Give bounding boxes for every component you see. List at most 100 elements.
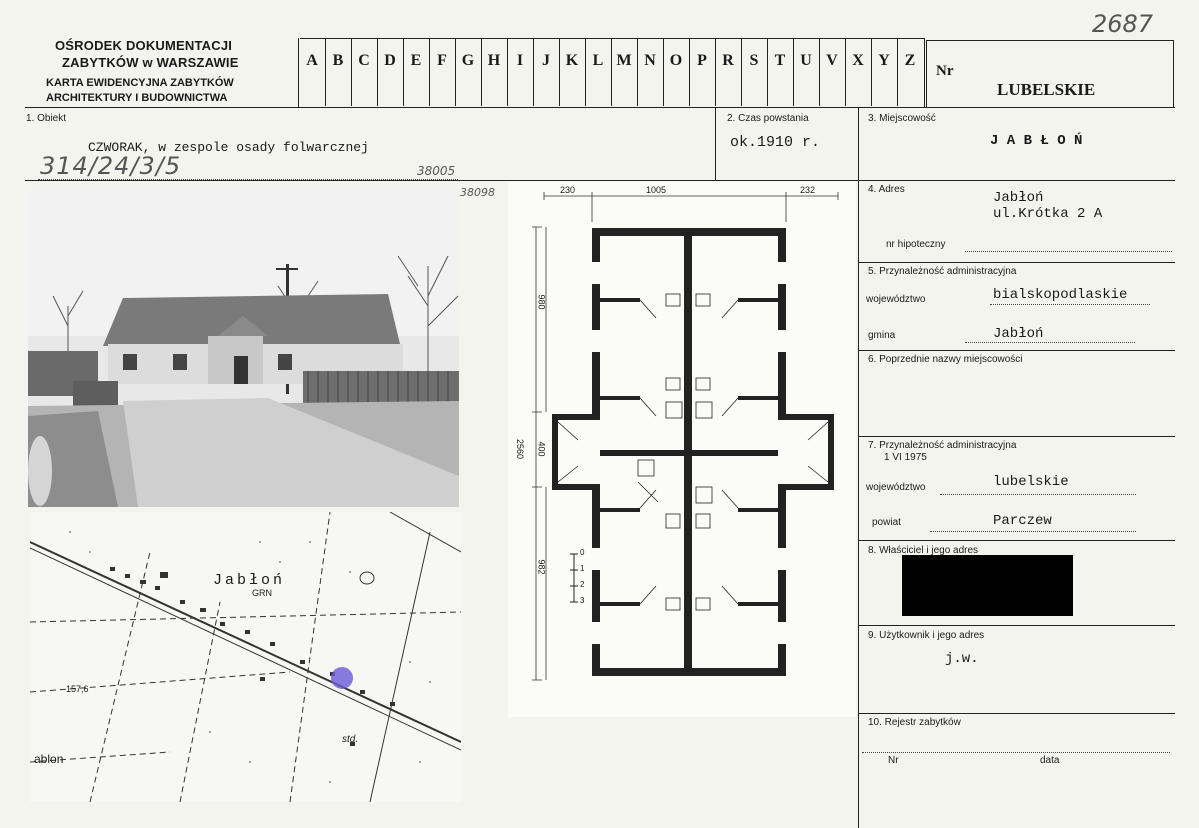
letter-divider — [325, 38, 326, 106]
dim-top-left: 230 — [560, 185, 576, 195]
map-illustration — [30, 512, 461, 802]
floor-plan-drawing — [532, 192, 839, 681]
powiat-label: powiat — [872, 517, 901, 528]
letters-top-rule — [300, 38, 925, 39]
index-letter: A — [306, 52, 318, 69]
rejestr-line — [862, 752, 1170, 753]
index-letter: U — [800, 52, 812, 69]
letter-divider — [845, 38, 846, 106]
institution-line2: ZABYTKÓW w WARSZAWIE — [62, 55, 239, 70]
czas-value: ok.1910 r. — [730, 134, 821, 151]
index-letter: C — [358, 52, 370, 69]
index-letter: G — [461, 52, 475, 69]
index-letter: V — [826, 52, 838, 69]
section-rule-5 — [858, 350, 1175, 351]
adres-label: 4. Adres — [868, 184, 905, 195]
row1-divider-1 — [715, 108, 716, 180]
location-map: Jabłoń GRN 157,6 std. ablon — [30, 512, 461, 802]
index-letter: O — [669, 52, 683, 69]
powiat-line — [930, 531, 1136, 532]
index-letter: D — [384, 52, 396, 69]
index-letter: B — [332, 52, 344, 69]
index-letter: Z — [904, 52, 916, 69]
index-letter: L — [592, 52, 604, 69]
index-letter: T — [774, 52, 786, 69]
letter-divider — [897, 38, 898, 106]
scale-label: 3 — [580, 596, 585, 605]
region-value: LUBELSKIE — [997, 80, 1096, 99]
woj7-value: lubelskie — [993, 474, 1069, 490]
woj5-value: bialskopodlaskie — [993, 287, 1128, 303]
rejestr-nr-label: Nr — [888, 755, 899, 766]
index-letter: H — [487, 52, 501, 69]
index-letter: X — [852, 52, 864, 69]
letter-divider — [715, 38, 716, 106]
index-letter: N — [644, 52, 656, 69]
card-type-line1: KARTA EWIDENCYJNA ZABYTKÓW — [46, 77, 234, 89]
przyn7-date: 1 VI 1975 — [884, 452, 927, 463]
uzytkownik-value: j.w. — [945, 651, 979, 667]
rejestr-data-label: data — [1040, 755, 1060, 766]
miejscowosc-value: J A B Ł O Ń — [990, 133, 1083, 149]
scale-label: 0 — [580, 548, 585, 557]
obiekt-label: 1. Obiekt — [26, 113, 67, 124]
index-letter: S — [749, 52, 759, 69]
letter-divider — [507, 38, 508, 106]
section-rule-9 — [858, 713, 1175, 714]
obiekt-code: 38005 — [417, 164, 456, 178]
czas-label: 2. Czas powstania — [727, 113, 809, 124]
index-letter: R — [722, 52, 734, 69]
map-std-label: std. — [342, 734, 359, 745]
map-town-label-left: ablon — [34, 752, 64, 766]
card-type-line2: ARCHITEKTURY I BUDOWNICTWA — [46, 92, 228, 104]
letter-divider — [403, 38, 404, 106]
woj7-line — [940, 494, 1136, 495]
section-rule-6 — [858, 436, 1175, 437]
scale-label: 1 — [580, 564, 585, 573]
woj7-label: województwo — [866, 482, 926, 493]
adres-line1: Jabłoń — [993, 190, 1044, 206]
letter-divider — [559, 38, 560, 106]
woj5-label: województwo — [866, 294, 926, 305]
section-rule-4 — [858, 262, 1175, 263]
section-rule-7 — [858, 540, 1175, 541]
header-divider — [298, 38, 299, 108]
map-height-label: 157,6 — [66, 684, 89, 694]
obiekt-dotted-line — [38, 179, 458, 180]
letter-divider — [741, 38, 742, 106]
dim-left-2: 400 — [536, 441, 547, 457]
map-grn-label: GRN — [252, 588, 272, 598]
index-letter: F — [437, 52, 447, 69]
dim-top-mid: 1005 — [646, 185, 667, 195]
index-letter: K — [565, 52, 579, 69]
photo-code: 38098 — [460, 186, 495, 199]
adres-line2: ul.Krótka 2 A — [993, 206, 1103, 222]
letter-divider — [351, 38, 352, 106]
letter-divider — [871, 38, 872, 106]
building-photo — [28, 186, 459, 507]
uzytkownik-label: 9. Użytkownik i jego adres — [868, 630, 985, 641]
poprzednie-label: 6. Poprzednie nazwy miejscowości — [868, 354, 1023, 365]
handwritten-number: 2687 — [1092, 10, 1154, 38]
obiekt-handwritten: 314/24/3/5 — [40, 152, 182, 180]
gmina-label: gmina — [868, 330, 896, 341]
dim-left-1: 980 — [536, 294, 547, 310]
redaction-block — [902, 555, 1073, 616]
letter-divider — [611, 38, 612, 106]
letter-divider — [819, 38, 820, 106]
letter-divider — [481, 38, 482, 106]
index-letter: J — [542, 52, 550, 69]
letter-divider — [455, 38, 456, 106]
map-town-label: Jabłoń — [213, 572, 286, 589]
section-rule-8 — [858, 625, 1175, 626]
miejscowosc-label: 3. Miejscowość — [868, 113, 936, 124]
gmina-line — [965, 342, 1135, 343]
woj5-line — [990, 304, 1150, 305]
index-letter: I — [516, 52, 524, 69]
right-column-divider — [858, 108, 859, 828]
dim-left-total: 2560 — [515, 438, 526, 460]
photo-illustration — [28, 186, 459, 507]
nr-label: Nr — [936, 63, 954, 79]
letter-divider — [637, 38, 638, 106]
row1-bottom-rule — [25, 180, 1175, 181]
